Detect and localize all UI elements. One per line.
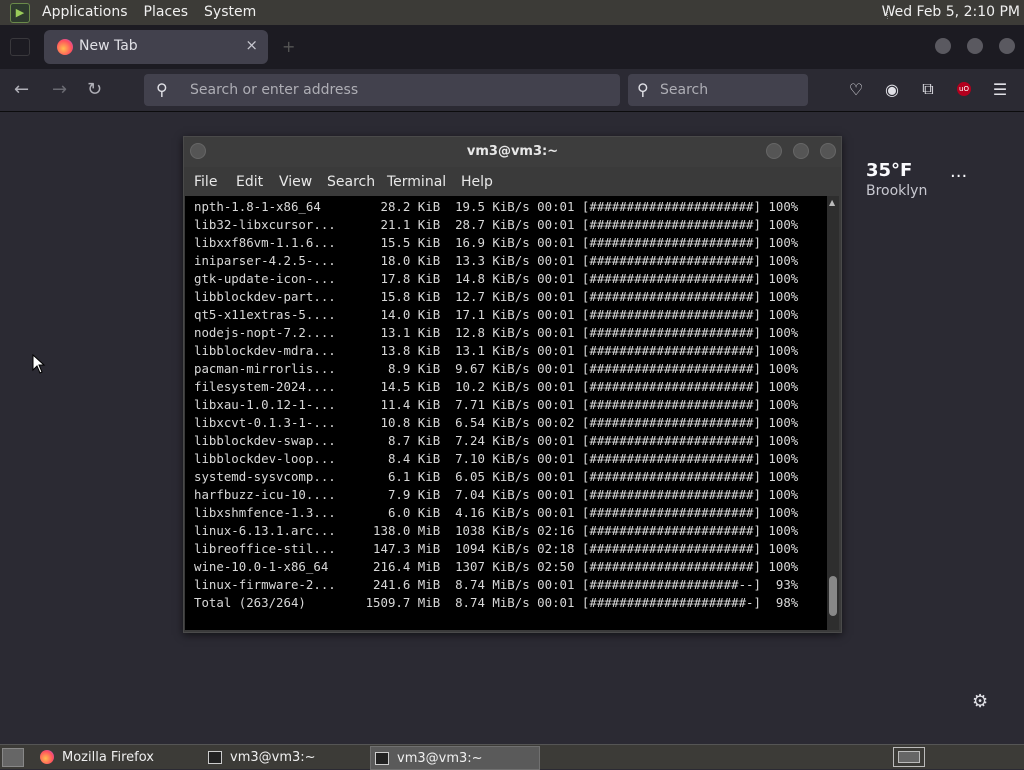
terminal-line: filesystem-2024.... 14.5 KiB 10.2 KiB/s … bbox=[194, 379, 799, 394]
applications-menu[interactable]: Applications bbox=[34, 0, 136, 25]
terminal-line: libxxf86vm-1.1.6... 15.5 KiB 16.9 KiB/s … bbox=[194, 235, 799, 250]
tab-list-icon[interactable] bbox=[10, 38, 30, 56]
maximize-button[interactable] bbox=[967, 38, 983, 54]
terminal-line: harfbuzz-icu-10.... 7.9 KiB 7.04 KiB/s 0… bbox=[194, 487, 799, 502]
terminal-text: npth-1.8-1-x86_64 28.2 KiB 19.5 KiB/s 00… bbox=[194, 198, 798, 612]
terminal-line: gtk-update-icon-... 17.8 KiB 14.8 KiB/s … bbox=[194, 271, 799, 286]
terminal-line: qt5-x11extras-5.... 14.0 KiB 17.1 KiB/s … bbox=[194, 307, 799, 322]
terminal-scrollbar[interactable]: ▲ bbox=[827, 196, 839, 630]
terminal-output[interactable]: npth-1.8-1-x86_64 28.2 KiB 19.5 KiB/s 00… bbox=[185, 196, 827, 630]
applications-icon[interactable]: ▶ bbox=[10, 2, 30, 23]
menu-file[interactable]: File bbox=[194, 174, 217, 190]
close-tab-icon[interactable]: × bbox=[245, 36, 258, 54]
terminal-line: libxcvt-0.1.3-1-... 10.8 KiB 6.54 KiB/s … bbox=[194, 415, 799, 430]
terminal-line: linux-firmware-2... 241.6 MiB 8.74 MiB/s… bbox=[194, 577, 799, 592]
mouse-cursor-icon bbox=[32, 354, 46, 374]
terminal-line: systemd-sysvcomp... 6.1 KiB 6.05 KiB/s 0… bbox=[194, 469, 799, 484]
terminal-icon bbox=[208, 750, 222, 764]
terminal-line: libblockdev-mdra... 13.8 KiB 13.1 KiB/s … bbox=[194, 343, 799, 358]
terminal-line: npth-1.8-1-x86_64 28.2 KiB 19.5 KiB/s 00… bbox=[194, 199, 799, 214]
terminal-line: iniparser-4.2.5-... 18.0 KiB 13.3 KiB/s … bbox=[194, 253, 799, 268]
firefox-icon bbox=[57, 39, 73, 55]
reload-icon[interactable]: ↻ bbox=[87, 79, 102, 100]
account-icon[interactable]: ◉ bbox=[882, 79, 902, 99]
scrollbar-thumb[interactable] bbox=[829, 576, 837, 616]
taskbar-item-label: vm3@vm3:~ bbox=[397, 750, 483, 766]
weather-more-icon[interactable]: ··· bbox=[950, 166, 967, 187]
gear-icon[interactable]: ⚙ bbox=[972, 691, 988, 712]
taskbar-item-label: Mozilla Firefox bbox=[62, 749, 154, 765]
terminal-line: libxshmfence-1.3... 6.0 KiB 4.16 KiB/s 0… bbox=[194, 505, 799, 520]
menu-edit[interactable]: Edit bbox=[236, 174, 263, 190]
weather-temperature[interactable]: 35°F bbox=[866, 160, 912, 181]
tab-strip: New Tab × + bbox=[0, 25, 1024, 69]
places-menu[interactable]: Places bbox=[136, 0, 197, 25]
terminal-titlebar[interactable]: vm3@vm3:~ bbox=[184, 137, 841, 167]
terminal-line: wine-10.0-1-x86_64 216.4 MiB 1307 KiB/s … bbox=[194, 559, 799, 574]
taskbar-item-label: vm3@vm3:~ bbox=[230, 749, 316, 765]
terminal-line: libreoffice-stil... 147.3 MiB 1094 KiB/s… bbox=[194, 541, 799, 556]
terminal-line: libblockdev-swap... 8.7 KiB 7.24 KiB/s 0… bbox=[194, 433, 799, 448]
scroll-up-icon[interactable]: ▲ bbox=[829, 198, 835, 207]
weather-location[interactable]: Brooklyn bbox=[866, 183, 927, 199]
terminal-line: Total (263/264) 1509.7 MiB 8.74 MiB/s 00… bbox=[194, 595, 799, 610]
ublock-origin-icon[interactable]: uO bbox=[954, 79, 974, 99]
pocket-icon[interactable]: ♡ bbox=[846, 79, 866, 99]
menu-view[interactable]: View bbox=[279, 174, 312, 190]
taskbar-item-firefox[interactable]: Mozilla Firefox bbox=[36, 746, 200, 768]
top-panel: ▶ Applications Places System Wed Feb 5, … bbox=[0, 0, 1024, 25]
firefox-icon bbox=[40, 750, 54, 764]
terminal-menubar: File Edit View Search Terminal Help bbox=[184, 167, 841, 195]
terminal-icon bbox=[375, 751, 389, 765]
back-icon[interactable]: ← bbox=[14, 79, 29, 100]
forward-icon[interactable]: → bbox=[52, 79, 67, 100]
extensions-icon[interactable]: ⧉ bbox=[918, 79, 938, 99]
new-tab-button[interactable]: + bbox=[282, 37, 295, 56]
workspace-1[interactable] bbox=[898, 751, 920, 763]
terminal-line: libblockdev-part... 15.8 KiB 12.7 KiB/s … bbox=[194, 289, 799, 304]
address-placeholder: Search or enter address bbox=[190, 82, 359, 98]
system-menu[interactable]: System bbox=[196, 0, 264, 25]
terminal-line: libblockdev-loop... 8.4 KiB 7.10 KiB/s 0… bbox=[194, 451, 799, 466]
minimize-button[interactable] bbox=[935, 38, 951, 54]
minimize-button[interactable] bbox=[766, 143, 782, 159]
show-desktop-button[interactable] bbox=[2, 748, 24, 767]
tab-new-tab[interactable]: New Tab × bbox=[44, 30, 268, 64]
search-icon: ⚲ bbox=[156, 80, 168, 99]
clock[interactable]: Wed Feb 5, 2:10 PM bbox=[882, 0, 1020, 25]
close-window-button[interactable] bbox=[999, 38, 1015, 54]
menu-terminal[interactable]: Terminal bbox=[387, 174, 446, 190]
menu-icon[interactable]: ☰ bbox=[990, 79, 1010, 99]
taskbar-item-terminal-2[interactable]: vm3@vm3:~ bbox=[370, 746, 540, 770]
search-icon: ⚲ bbox=[637, 80, 649, 99]
terminal-line: libxau-1.0.12-1-... 11.4 KiB 7.71 KiB/s … bbox=[194, 397, 799, 412]
taskbar-item-terminal-1[interactable]: vm3@vm3:~ bbox=[204, 746, 368, 768]
menu-search[interactable]: Search bbox=[327, 174, 375, 190]
terminal-line: nodejs-nopt-7.2.... 13.1 KiB 12.8 KiB/s … bbox=[194, 325, 799, 340]
search-bar[interactable]: ⚲ Search bbox=[628, 74, 808, 106]
taskbar: Mozilla Firefox vm3@vm3:~ vm3@vm3:~ bbox=[0, 744, 1024, 770]
menu-help[interactable]: Help bbox=[461, 174, 493, 190]
terminal-line: pacman-mirrorlis... 8.9 KiB 9.67 KiB/s 0… bbox=[194, 361, 799, 376]
maximize-button[interactable] bbox=[793, 143, 809, 159]
nav-bar: ← → ↻ ⚲ Search or enter address ⚲ Search… bbox=[0, 69, 1024, 112]
terminal-window: vm3@vm3:~ File Edit View Search Terminal… bbox=[183, 136, 842, 633]
terminal-line: linux-6.13.1.arc... 138.0 MiB 1038 KiB/s… bbox=[194, 523, 799, 538]
search-placeholder: Search bbox=[660, 82, 709, 98]
address-bar[interactable]: ⚲ Search or enter address bbox=[144, 74, 620, 106]
workspace-switcher[interactable] bbox=[893, 747, 925, 767]
terminal-title: vm3@vm3:~ bbox=[466, 144, 559, 159]
terminal-line: lib32-libxcursor... 21.1 KiB 28.7 KiB/s … bbox=[194, 217, 799, 232]
close-window-button[interactable] bbox=[820, 143, 836, 159]
tab-title: New Tab bbox=[79, 38, 138, 54]
